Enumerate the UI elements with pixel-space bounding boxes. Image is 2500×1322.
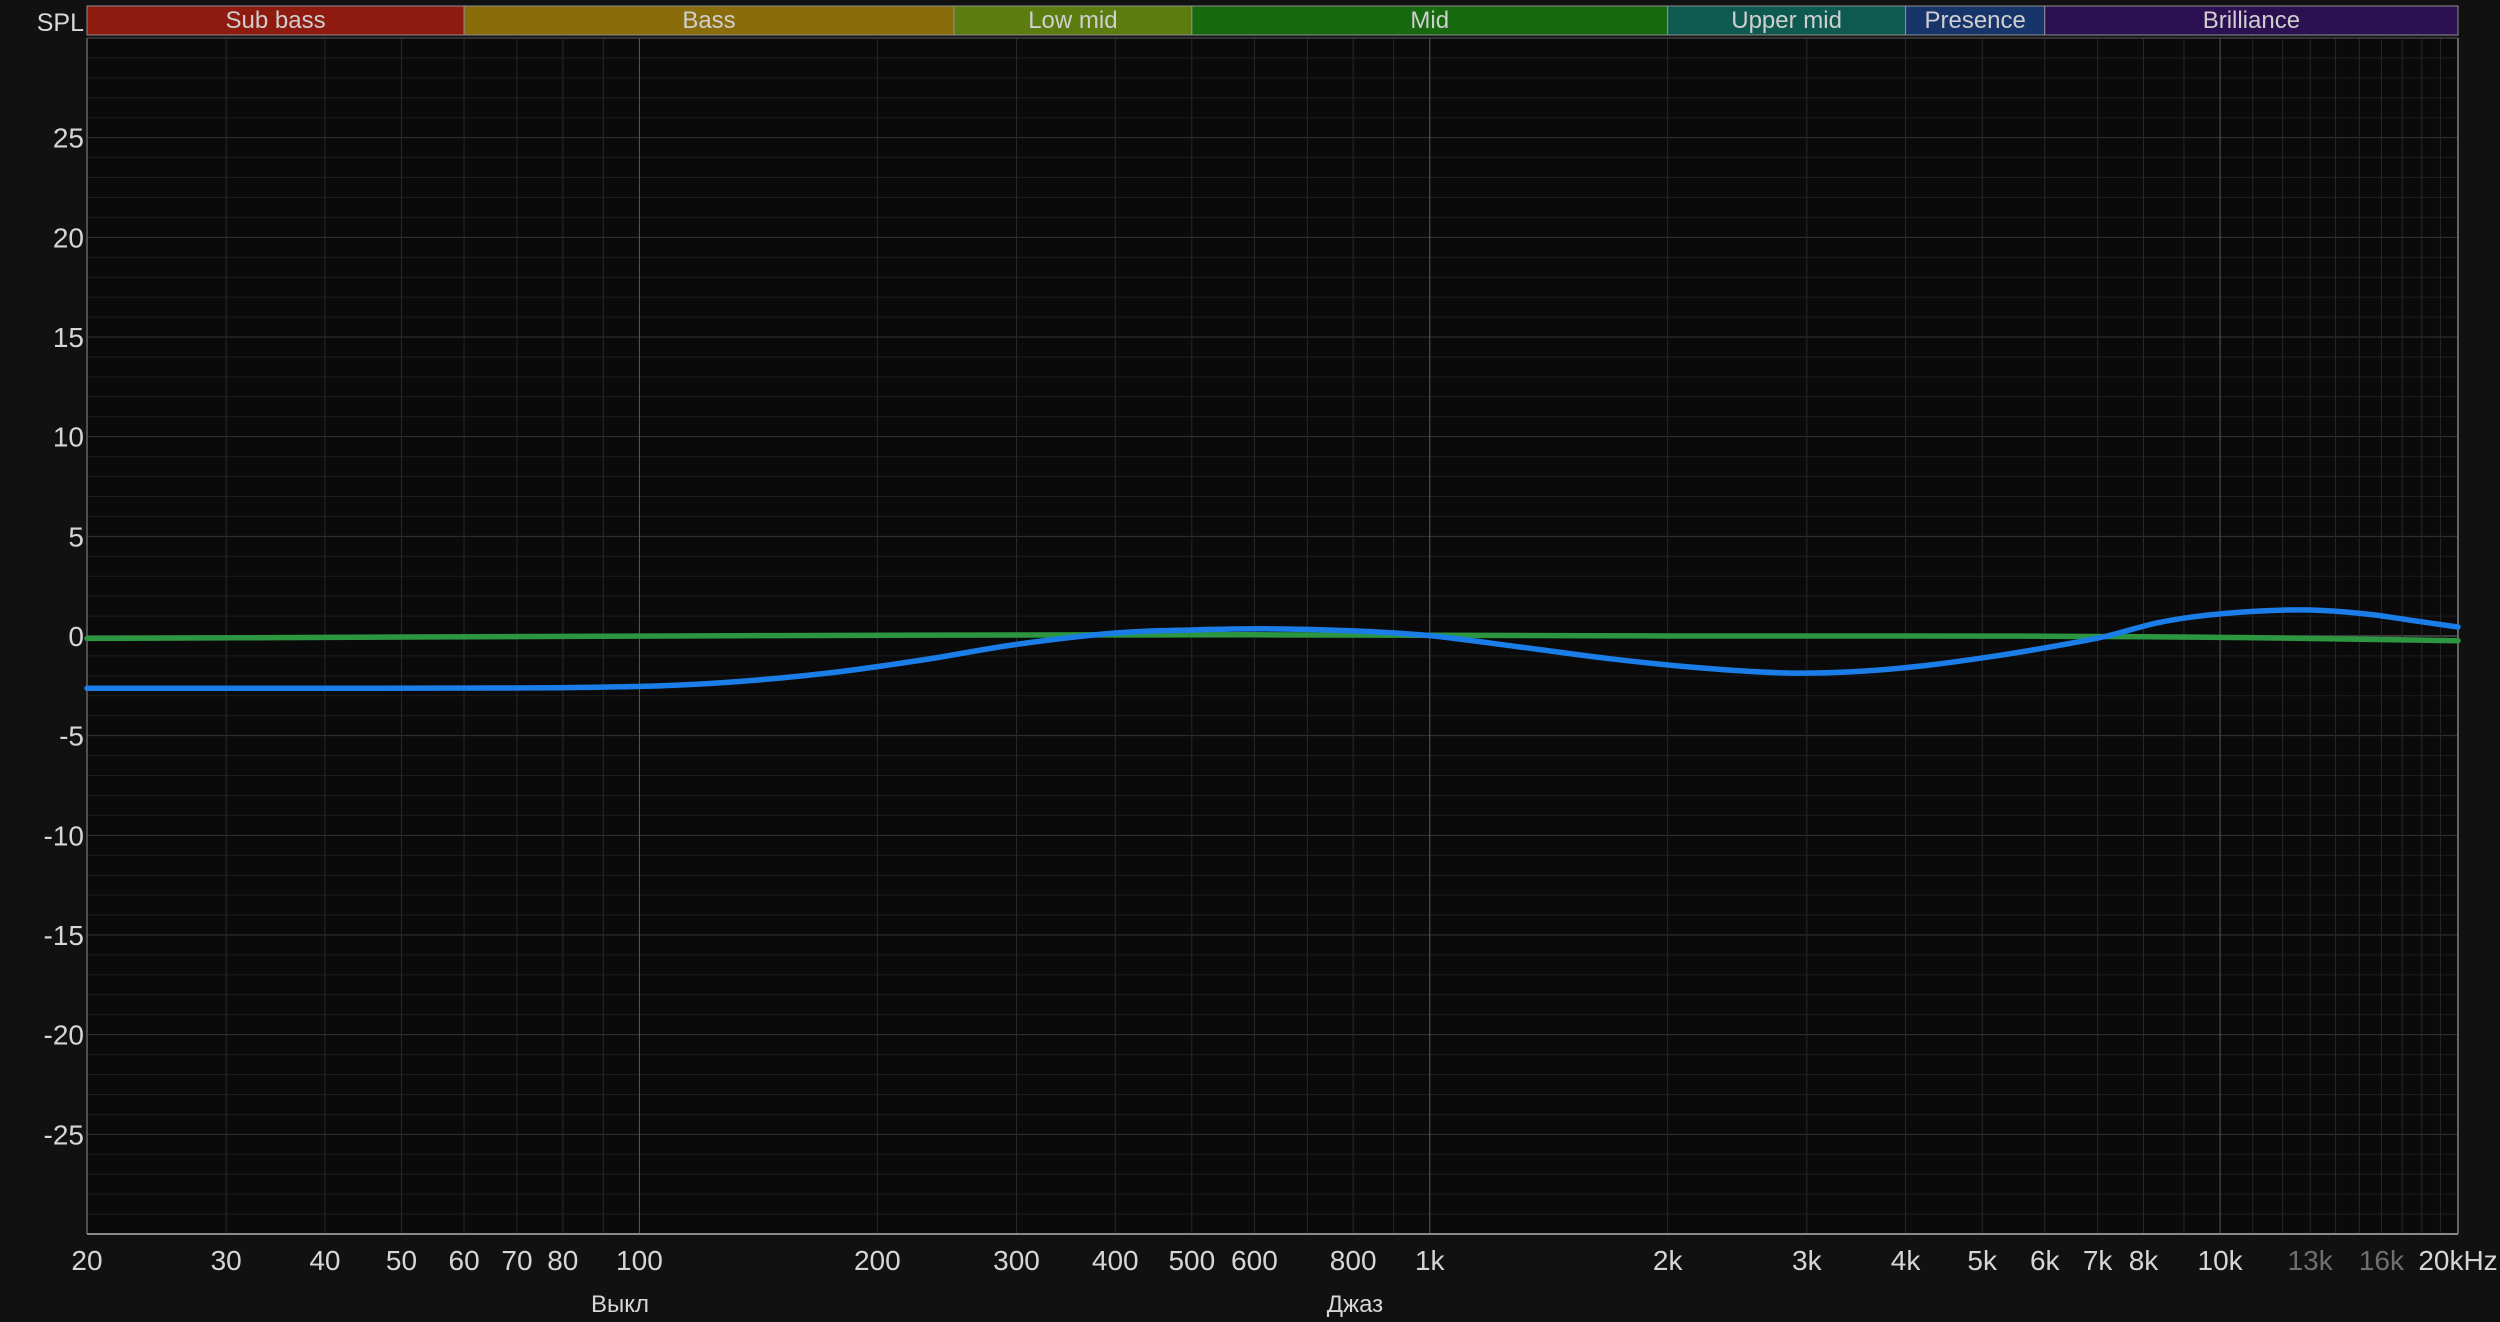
x-tick-label: 100 xyxy=(616,1245,663,1276)
y-tick-label: 20 xyxy=(53,222,84,253)
x-tick-label: 2k xyxy=(1653,1245,1684,1276)
band-label-upper-mid: Upper mid xyxy=(1731,7,1842,34)
y-axis-labels: 25 20 15 10 5 0 -5 -10 -15 -20 -25 xyxy=(44,123,84,1151)
x-tick-label: 1k xyxy=(1415,1245,1446,1276)
x-tick-label: 20kHz xyxy=(2418,1245,2497,1276)
x-tick-label: 60 xyxy=(449,1245,480,1276)
x-tick-label: 20 xyxy=(71,1245,102,1276)
y-tick-label: -15 xyxy=(44,920,84,951)
x-tick-label: 7k xyxy=(2083,1245,2114,1276)
x-tick-label: 600 xyxy=(1231,1245,1278,1276)
x-tick-label: 200 xyxy=(854,1245,901,1276)
equalizer-panel: Sub bass Bass Low mid Mid Upper mid Presence B… xyxy=(0,0,2500,1322)
x-tick-label: 16k xyxy=(2359,1245,2405,1276)
x-tick-label: 4k xyxy=(1891,1245,1922,1276)
x-tick-label: 6k xyxy=(2030,1245,2061,1276)
x-tick-label: 3k xyxy=(1792,1245,1823,1276)
band-label-low-mid: Low mid xyxy=(1028,7,1117,34)
y-tick-label: 5 xyxy=(68,521,84,552)
x-tick-label: 80 xyxy=(547,1245,578,1276)
preset-off-label[interactable]: Выкл xyxy=(591,1291,649,1318)
y-tick-label: 25 xyxy=(53,123,84,154)
x-tick-label: 800 xyxy=(1330,1245,1377,1276)
y-tick-label: 10 xyxy=(53,422,84,453)
x-tick-label: 400 xyxy=(1092,1245,1139,1276)
y-tick-label: -5 xyxy=(59,721,84,752)
y-tick-label: 0 xyxy=(68,621,84,652)
x-tick-label: 10k xyxy=(2198,1245,2244,1276)
band-label-presence: Presence xyxy=(1924,7,2025,34)
band-label-mid: Mid xyxy=(1410,7,1449,34)
x-tick-label: 8k xyxy=(2129,1245,2160,1276)
x-tick-label: 300 xyxy=(993,1245,1040,1276)
y-tick-label: -10 xyxy=(44,820,84,851)
y-tick-label: 15 xyxy=(53,322,84,353)
x-tick-label: 70 xyxy=(501,1245,532,1276)
band-label-bass: Bass xyxy=(682,7,735,34)
band-label-sub-bass: Sub bass xyxy=(226,7,326,34)
frequency-bands-bar: Sub bass Bass Low mid Mid Upper mid Presence B… xyxy=(86,5,2459,36)
y-tick-label: -20 xyxy=(44,1020,84,1051)
spl-axis-title: SPL xyxy=(37,9,84,37)
x-tick-label: 5k xyxy=(1967,1245,1998,1276)
x-tick-label: 50 xyxy=(386,1245,417,1276)
x-tick-label: 40 xyxy=(309,1245,340,1276)
x-tick-label: 30 xyxy=(211,1245,242,1276)
y-tick-label: -25 xyxy=(44,1119,84,1150)
x-tick-label: 13k xyxy=(2288,1245,2334,1276)
band-label-brilliance: Brilliance xyxy=(2203,7,2300,34)
x-tick-label: 500 xyxy=(1168,1245,1215,1276)
preset-jazz-label[interactable]: Джаз xyxy=(1327,1291,1383,1318)
x-axis-labels: 20 30 40 50 60 70 80 100 200 300 400 500 600 800 1k 2k 3… xyxy=(71,1245,2497,1276)
frequency-response-plot: Sub bass Bass Low mid Mid Upper mid Presence B… xyxy=(37,5,2498,1318)
